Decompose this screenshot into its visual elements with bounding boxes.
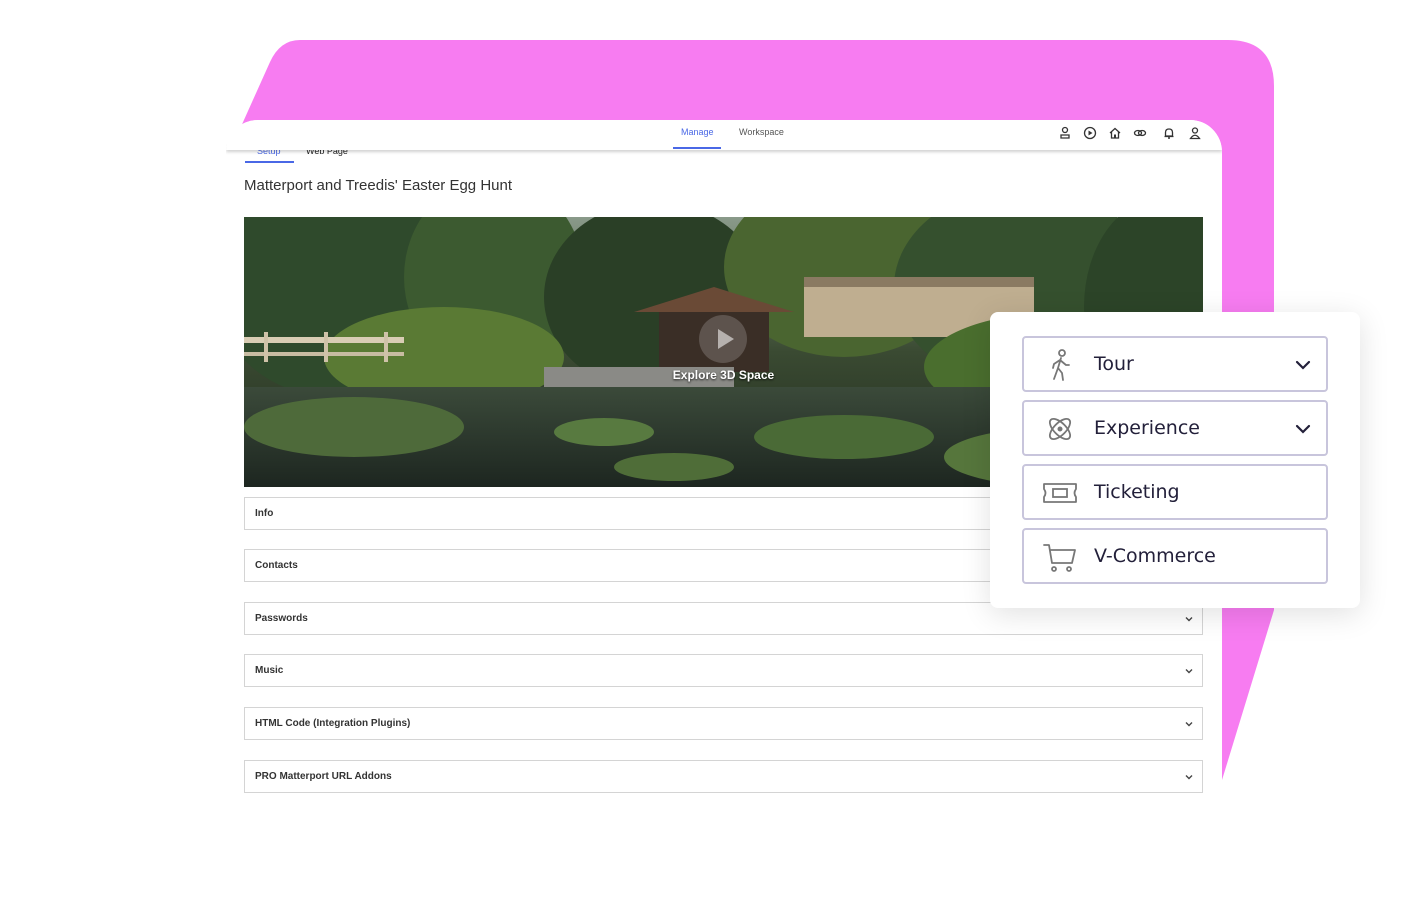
- menu-item-ticketing[interactable]: Ticketing: [1022, 464, 1328, 520]
- atom-icon: [1048, 417, 1072, 441]
- section-pro-url-addons[interactable]: PRO Matterport URL Addons: [244, 760, 1203, 793]
- section-label: PRO Matterport URL Addons: [255, 771, 392, 782]
- section-label: Passwords: [255, 613, 308, 624]
- account-stamp-icon[interactable]: [1058, 126, 1072, 140]
- section-music[interactable]: Music: [244, 654, 1203, 687]
- feature-menu-card: Tour Experience Ticketing V-Commerce: [990, 312, 1360, 608]
- tab-manage[interactable]: Manage: [681, 127, 714, 137]
- chevron-down-icon: [1185, 775, 1193, 780]
- section-label: Info: [255, 508, 274, 519]
- active-tab-indicator: [673, 147, 721, 149]
- section-label: Contacts: [255, 560, 298, 571]
- section-label: Music: [255, 665, 284, 676]
- top-navigation-bar: Manage Workspace: [226, 120, 1222, 150]
- ticket-icon: [1043, 483, 1077, 503]
- chevron-down-icon: [1185, 722, 1193, 727]
- promo-stage: Manage Workspace Setup Web Page Matterpo…: [0, 0, 1420, 924]
- menu-item-label: Tour: [1094, 353, 1134, 375]
- tab-workspace[interactable]: Workspace: [739, 127, 784, 137]
- page-title: Matterport and Treedis' Easter Egg Hunt: [244, 177, 513, 194]
- chevron-down-icon: [1185, 617, 1193, 622]
- menu-item-experience[interactable]: Experience: [1022, 400, 1328, 456]
- play-icon[interactable]: [699, 315, 747, 363]
- active-subtab-indicator: [245, 161, 294, 163]
- cart-icon: [1043, 544, 1076, 572]
- menu-item-label: V-Commerce: [1094, 545, 1216, 567]
- chevron-down-icon: [1185, 669, 1193, 674]
- section-html-code[interactable]: HTML Code (Integration Plugins): [244, 707, 1203, 740]
- bell-icon[interactable]: [1162, 126, 1176, 140]
- chevron-down-icon[interactable]: [1294, 420, 1312, 438]
- section-label: HTML Code (Integration Plugins): [255, 718, 411, 729]
- menu-item-label: Experience: [1094, 417, 1200, 439]
- walking-person-icon: [1052, 349, 1070, 381]
- link-icon[interactable]: [1133, 126, 1147, 140]
- home-icon[interactable]: [1108, 126, 1122, 140]
- menu-item-tour[interactable]: Tour: [1022, 336, 1328, 392]
- chevron-down-icon[interactable]: [1294, 356, 1312, 374]
- user-icon[interactable]: [1188, 126, 1202, 140]
- play-circle-icon[interactable]: [1083, 126, 1097, 140]
- menu-item-v-commerce[interactable]: V-Commerce: [1022, 528, 1328, 584]
- menu-item-label: Ticketing: [1094, 481, 1180, 503]
